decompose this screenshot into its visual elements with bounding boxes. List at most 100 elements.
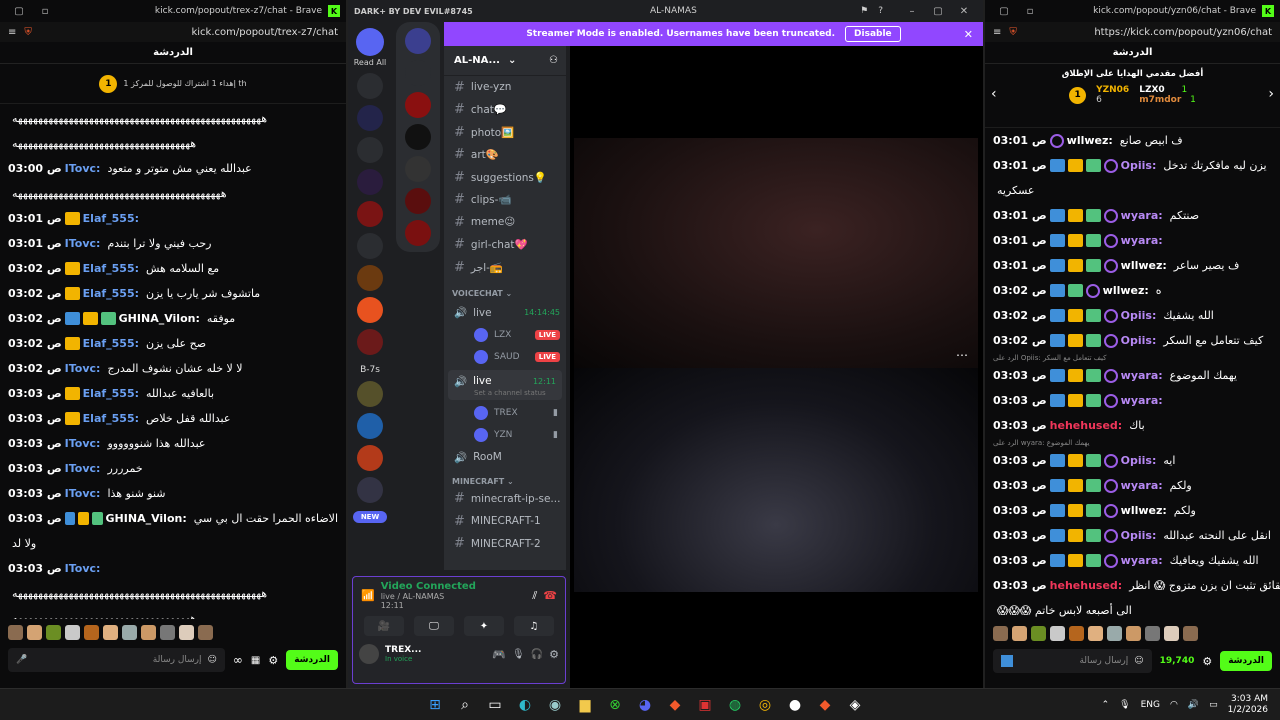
language-indicator[interactable]: ENG — [1141, 700, 1160, 710]
soundboard-icon[interactable]: ♫ — [514, 616, 554, 636]
inbox-icon[interactable]: ⚑ — [860, 6, 868, 16]
banner-close-icon[interactable]: ✕ — [964, 28, 973, 41]
server-icon[interactable] — [405, 124, 431, 150]
folder-icon[interactable] — [357, 105, 383, 131]
text-channel[interactable]: # girl-chat💖 — [444, 234, 566, 257]
noise-suppression-icon[interactable]: ⫽ — [532, 589, 537, 603]
disable-button[interactable]: Disable — [845, 26, 901, 42]
chevron-up-icon[interactable]: ⌃ — [1102, 700, 1110, 710]
server-icon[interactable] — [357, 201, 383, 227]
voice-user[interactable]: YZN ▮ — [444, 424, 566, 446]
maximize-icon[interactable]: ▢ — [925, 6, 951, 17]
gifter-row[interactable]: m7mdor 1 — [1139, 95, 1196, 105]
server-icon[interactable] — [357, 445, 383, 471]
task-view-icon[interactable]: ▭ — [484, 694, 506, 716]
emote-picker-icon[interactable] — [1001, 655, 1013, 667]
close-icon[interactable]: ✕ — [951, 6, 977, 17]
message-username[interactable]: Opiis: — [1121, 153, 1157, 178]
emote-icon[interactable] — [122, 624, 137, 640]
server-icon[interactable] — [357, 329, 383, 355]
read-all-label[interactable]: Read All — [348, 58, 392, 67]
more-options-icon[interactable]: ⋯ — [956, 348, 968, 362]
emote-icon[interactable] — [141, 624, 156, 640]
server-icon[interactable] — [405, 156, 431, 182]
server-icon[interactable] — [405, 92, 431, 118]
voice-channel-live[interactable]: 🔊 live 14:14:45 — [444, 302, 566, 325]
wifi-icon[interactable]: ◠ — [1170, 700, 1178, 710]
message-username[interactable]: wyara: — [1121, 203, 1163, 228]
text-channel[interactable]: # MINECRAFT-2 — [444, 533, 566, 556]
message-username[interactable]: ITovc: — [65, 556, 101, 581]
message-username[interactable]: wyara: — [1121, 228, 1163, 253]
emote-icon[interactable] — [1183, 625, 1198, 641]
restore-icon[interactable]: ▢ — [991, 6, 1017, 17]
search-icon[interactable]: ⌕ — [454, 694, 476, 716]
windows-start-icon[interactable]: ⊞ — [424, 694, 446, 716]
discord-home-icon[interactable] — [356, 28, 384, 56]
server-icon[interactable] — [357, 233, 383, 259]
emote-icon[interactable] — [993, 625, 1008, 641]
message-username[interactable]: wllwez: — [1121, 253, 1167, 278]
microphone-icon[interactable]: 🎙 — [512, 649, 525, 660]
message-username[interactable]: ITovc: — [65, 456, 101, 481]
brave-icon[interactable]: ◆ — [814, 694, 836, 716]
brave-shield-icon[interactable]: ⛨ — [24, 27, 32, 38]
message-username[interactable]: wyara: — [1121, 388, 1163, 413]
emote-icon[interactable] — [1031, 625, 1046, 641]
square-icon[interactable]: ▫ — [1017, 6, 1043, 17]
emoji-icon[interactable]: ☺ — [1134, 656, 1143, 666]
activity-icon[interactable]: ✦ — [464, 616, 504, 636]
disconnect-icon[interactable]: ☎ — [543, 589, 557, 602]
avatar[interactable] — [359, 644, 379, 664]
user-settings-icon[interactable]: ⚙ — [549, 648, 559, 661]
server-icon[interactable] — [357, 169, 383, 195]
message-username[interactable]: wllwez: — [1121, 498, 1167, 523]
minecraft-category[interactable]: MINECRAFT ⌄ — [444, 469, 566, 488]
whatsapp-icon[interactable]: ◍ — [724, 694, 746, 716]
message-username[interactable]: Opiis: — [1121, 328, 1157, 353]
text-channel[interactable]: # photo🖼️ — [444, 121, 566, 144]
battery-icon[interactable]: ▭ — [1209, 700, 1218, 710]
emote-icon[interactable] — [8, 624, 23, 640]
left-chat-button[interactable]: الدردشة — [286, 650, 338, 670]
mic-icon[interactable]: 🎤 — [16, 655, 27, 665]
restore-icon[interactable]: ▢ — [6, 6, 32, 17]
voice-user[interactable]: TREX ▮ — [444, 402, 566, 424]
app-icon[interactable]: ◈ — [844, 694, 866, 716]
brave-shield-icon[interactable]: ⛨ — [1009, 27, 1017, 38]
message-username[interactable]: wyara: — [1121, 473, 1163, 498]
message-username[interactable]: hehehused: — [1050, 573, 1123, 598]
emote-icon[interactable] — [103, 624, 118, 640]
voice-category[interactable]: VOICECHAT ⌄ — [444, 279, 566, 302]
right-chat-input[interactable]: إرسال رسالة ☺ — [993, 649, 1152, 673]
emote-icon[interactable] — [198, 624, 213, 640]
settings-icon[interactable]: ⚙ — [268, 654, 278, 667]
message-username[interactable]: ITovc: — [65, 481, 101, 506]
message-username[interactable]: Elaf_555: — [83, 406, 139, 431]
app-icon[interactable]: ▣ — [694, 694, 716, 716]
message-username[interactable]: Opiis: — [1121, 448, 1157, 473]
message-username[interactable]: ITovc: — [65, 156, 101, 181]
message-username[interactable]: wyara: — [1121, 363, 1163, 388]
volume-icon[interactable]: 🔊 — [1188, 700, 1199, 710]
minimize-icon[interactable]: – — [899, 6, 925, 17]
left-url[interactable]: kick.com/popout/trex-z7/chat — [191, 27, 338, 38]
add-member-icon[interactable]: ⚇ — [549, 55, 558, 66]
camera-icon[interactable]: 🎥 — [364, 616, 404, 636]
right-chat-button[interactable]: الدردشة — [1220, 651, 1272, 671]
video-tile-bottom[interactable] — [574, 368, 978, 592]
emote-icon[interactable] — [1012, 625, 1027, 641]
settings-icon[interactable]: ⚙ — [1202, 655, 1212, 668]
next-arrow-icon[interactable]: › — [1268, 86, 1274, 102]
server-label-b7s[interactable]: B-7s — [348, 365, 392, 375]
text-channel[interactable]: # clips-📹 — [444, 189, 566, 212]
xbox-icon[interactable]: ⊗ — [604, 694, 626, 716]
gift-icon[interactable]: ▦ — [251, 655, 260, 666]
message-username[interactable]: Opiis: — [1121, 523, 1157, 548]
text-channel[interactable]: # minecraft-ip-se... — [444, 488, 566, 511]
prev-arrow-icon[interactable]: ‹ — [991, 86, 997, 102]
folder-icon[interactable] — [405, 28, 431, 54]
voice-channel-room[interactable]: 🔊 RooM — [444, 446, 566, 469]
emote-icon[interactable] — [1145, 625, 1160, 641]
infinity-icon[interactable]: ∞ — [233, 653, 243, 667]
